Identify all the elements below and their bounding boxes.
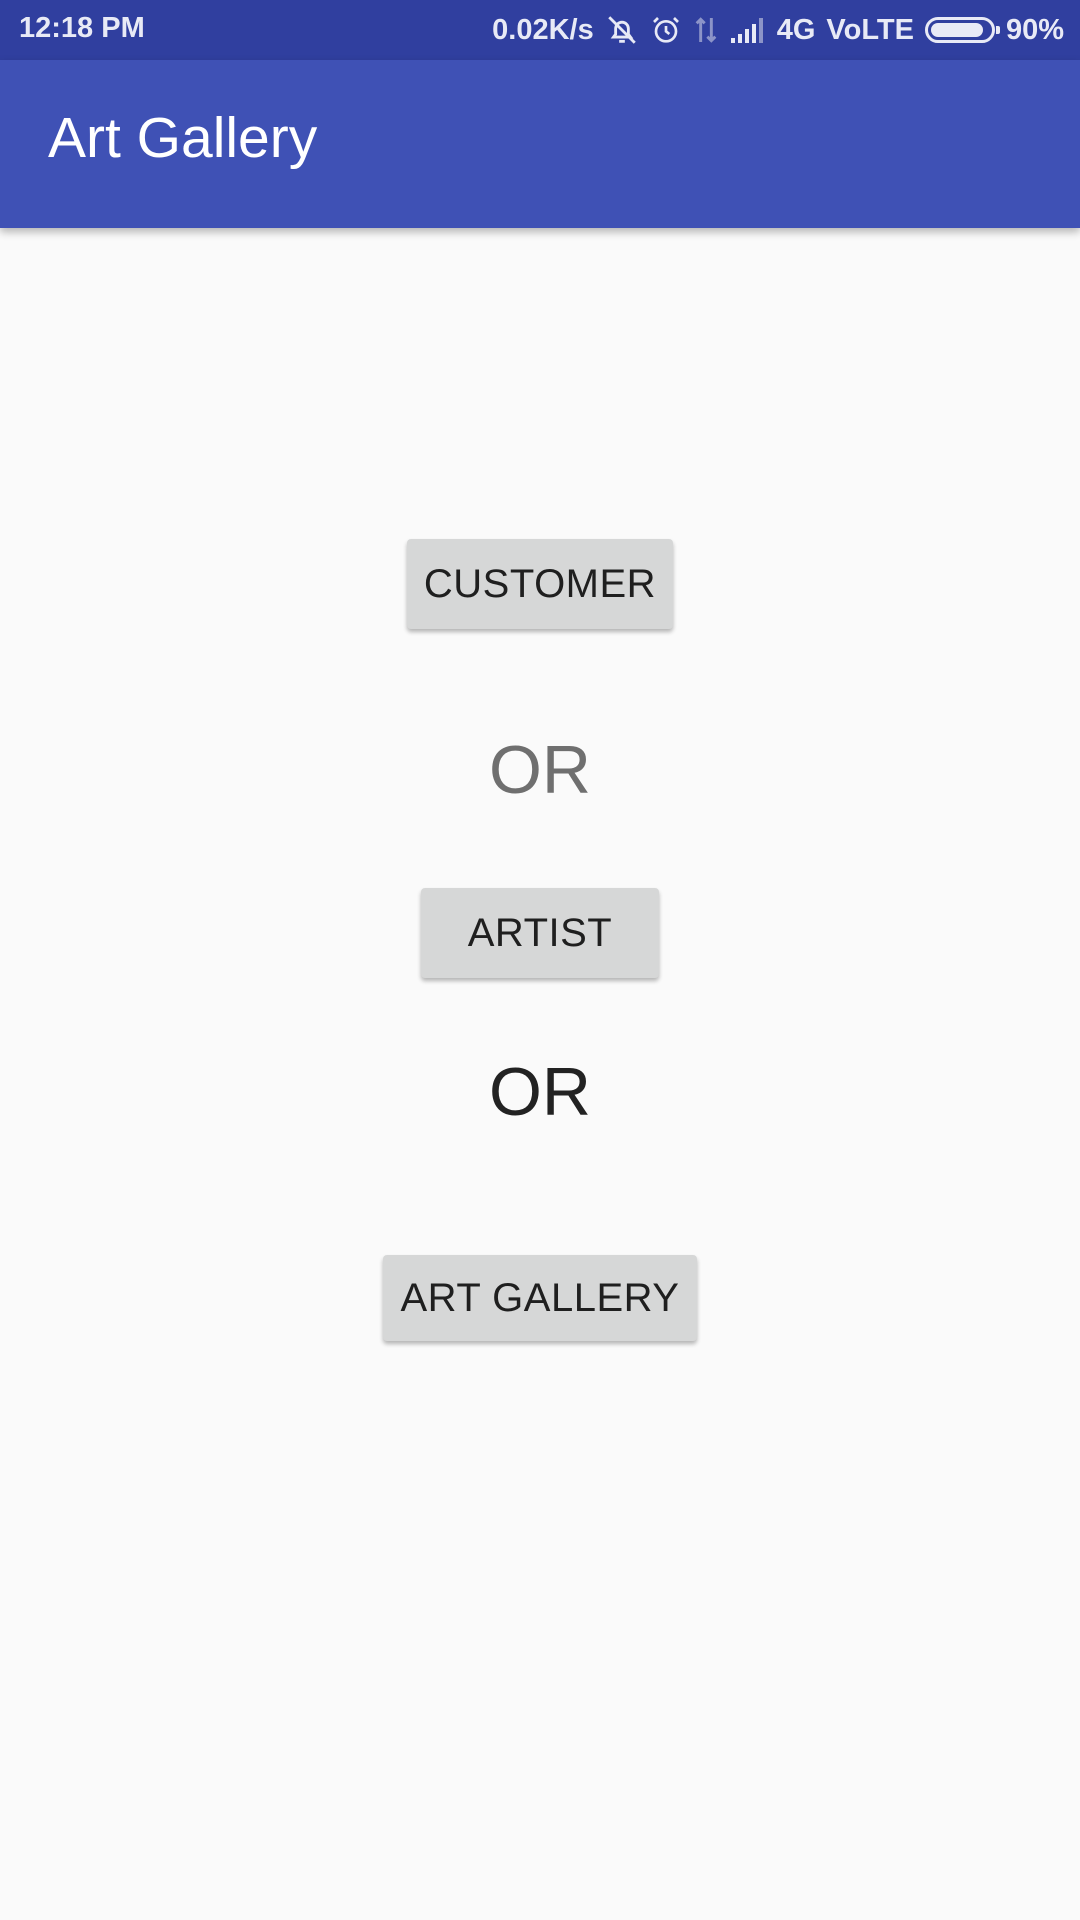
data-arrows-icon (693, 14, 719, 46)
signal-icon (730, 16, 766, 44)
status-bar: 12:18 PM 0.02K/s 4G VoLTE 90% (0, 0, 1080, 60)
volte-label: VoLTE (826, 13, 914, 46)
or-divider-1: OR (489, 732, 591, 808)
bell-off-icon (605, 13, 639, 47)
artist-button[interactable]: ARTIST (421, 888, 659, 978)
alarm-icon (650, 14, 682, 46)
app-title: Art Gallery (48, 106, 318, 170)
net-speed: 0.02K/s (492, 13, 594, 46)
status-indicators: 0.02K/s 4G VoLTE 90% (492, 11, 1064, 49)
or-divider-2: OR (489, 1054, 591, 1130)
battery-icon (924, 17, 1000, 43)
battery-tip (995, 26, 1000, 34)
art-gallery-button[interactable]: ART GALLERY (383, 1255, 697, 1341)
app-bar: Art Gallery (0, 60, 1080, 228)
main-content: CUSTOMER OR ARTIST OR ART GALLERY (0, 228, 1080, 1920)
battery-fill (930, 23, 983, 37)
battery-percent: 90% (1005, 13, 1064, 46)
network-type: 4G (776, 13, 816, 46)
status-time: 12:18 PM (19, 12, 145, 44)
customer-button[interactable]: CUSTOMER (407, 539, 673, 629)
